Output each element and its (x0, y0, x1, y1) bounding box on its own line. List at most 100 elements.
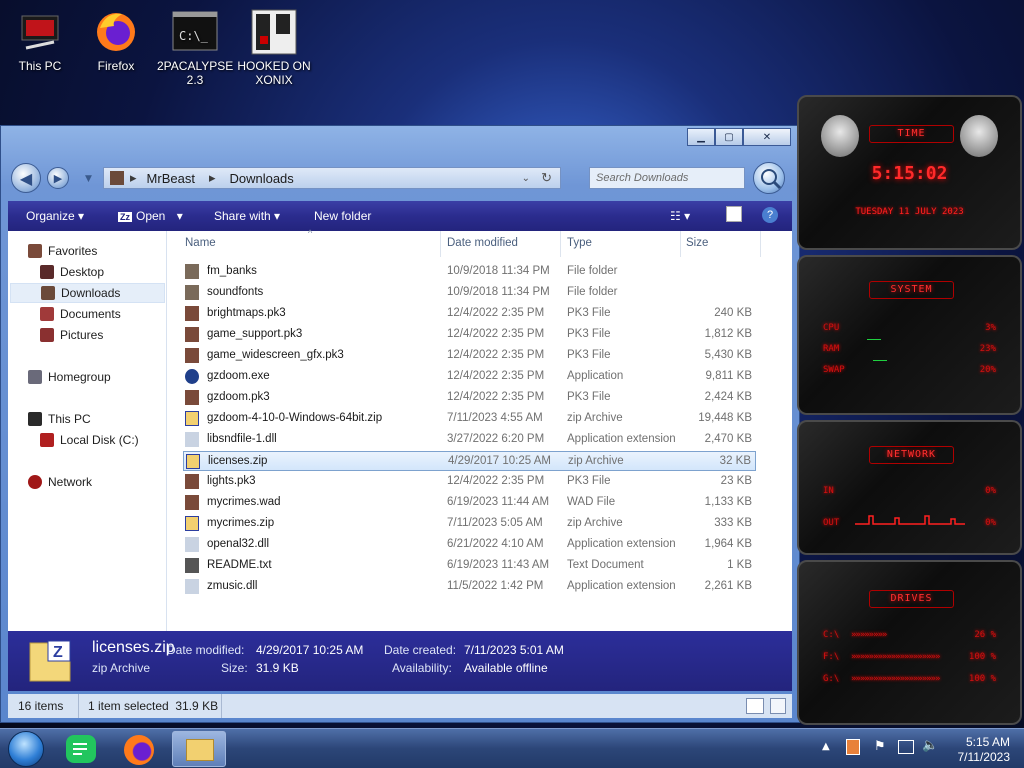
recent-pages-dropdown[interactable]: ▼ (85, 174, 92, 184)
folder-icon (185, 264, 199, 279)
file-row[interactable]: mycrimes.zip 7/11/2023 5:05 AM zip Archive… (183, 514, 756, 534)
nav-documents-label: Documents (60, 307, 121, 321)
desktop-icon-firefox[interactable]: Firefox (78, 2, 154, 73)
taskbar: ▲ ⚑ 🔈 5:15 AM 7/11/2023 (0, 728, 1024, 768)
breadcrumb-item-downloads[interactable]: Downloads (229, 171, 293, 186)
notes-app-icon[interactable] (66, 735, 96, 763)
breadcrumb-item-mrbeast[interactable]: MrBeast (147, 171, 195, 186)
file-type: PK3 File (567, 391, 611, 403)
address-bar[interactable]: ▸ MrBeast ▸ Downloads ⌄ ↻ (103, 167, 561, 189)
file-explorer-taskbar-button[interactable] (172, 731, 226, 767)
documents-folder-icon (40, 307, 54, 321)
file-row[interactable]: gzdoom-4-10-0-Windows-64bit.zip 7/11/2023… (183, 409, 756, 429)
network-tray-icon[interactable] (898, 740, 914, 754)
nav-homegroup[interactable]: Homegroup (28, 367, 111, 387)
column-header-name[interactable]: Name (185, 237, 216, 249)
column-divider[interactable] (680, 231, 681, 257)
organize-button[interactable]: Organize ▾ (26, 209, 84, 223)
nav-network[interactable]: Network (28, 472, 92, 492)
file-row[interactable]: zmusic.dll 11/5/2022 1:42 PM Application e… (183, 577, 756, 597)
file-date-modified: 12/4/2022 2:35 PM (447, 370, 545, 382)
file-row[interactable]: mycrimes.wad 6/19/2023 11:44 AM WAD File 1,… (183, 493, 756, 513)
drives-gadget: DRIVES C:\ »»»»»»»» 26 % F:\ »»»»»»»»»»»»»»… (797, 560, 1022, 725)
column-divider[interactable] (560, 231, 561, 257)
tray-clock[interactable]: 5:15 AM 7/11/2023 (958, 735, 1011, 765)
start-button[interactable] (8, 731, 44, 767)
column-divider[interactable] (760, 231, 761, 257)
close-button[interactable]: ✕ (743, 128, 791, 146)
file-row[interactable]: soundfonts 10/9/2018 11:34 PM File folder (183, 283, 756, 303)
address-dropdown-icon[interactable]: ⌄ (522, 173, 530, 184)
file-row[interactable]: brightmaps.pk3 12/4/2022 2:35 PM PK3 File 2… (183, 304, 756, 324)
large-icons-view-icon[interactable] (770, 698, 786, 714)
system-row-cpu: CPU 3% (823, 323, 996, 333)
file-type: File folder (567, 286, 618, 298)
desktop-icon-hooked-on-xonix[interactable]: HOOKED ON XONIX (236, 2, 312, 87)
file-type: WAD File (567, 496, 616, 508)
details-view-icon[interactable] (746, 698, 764, 714)
drive-f-value: 100 % (968, 652, 996, 662)
firefox-icon[interactable] (124, 735, 154, 765)
new-folder-button[interactable]: New folder (314, 209, 371, 223)
file-name: game_support.pk3 (207, 328, 303, 340)
file-row[interactable]: openal32.dll 6/21/2022 4:10 AM Application… (183, 535, 756, 555)
drive-icon (40, 433, 54, 447)
nav-desktop[interactable]: Desktop (40, 262, 104, 282)
file-row[interactable]: fm_banks 10/9/2018 11:34 PM File folder (183, 262, 756, 282)
view-options-icon[interactable]: ☷ ▾ (670, 209, 690, 223)
file-row[interactable]: libsndfile-1.dll 3/27/2022 6:20 PM Applica… (183, 430, 756, 450)
file-date-modified: 12/4/2022 2:35 PM (447, 307, 545, 319)
file-row[interactable]: gzdoom.pk3 12/4/2022 2:35 PM PK3 File 2,424… (183, 388, 756, 408)
file-date-modified: 6/19/2023 11:44 AM (447, 496, 550, 508)
column-header-type[interactable]: Type (567, 237, 592, 249)
nav-documents[interactable]: Documents (40, 304, 121, 324)
navigation-pane: Favorites Desktop Downloads Documents Pi… (8, 231, 167, 631)
open-button[interactable]: Zz Open ▾ (118, 209, 183, 223)
file-row[interactable]: game_widescreen_gfx.pk3 12/4/2022 2:35 PM… (183, 346, 756, 366)
nav-favorites[interactable]: Favorites (28, 241, 97, 261)
desktop-folder-icon (40, 265, 54, 279)
desktop-icon-label: 2PACALYPSE 2.3 (157, 59, 234, 87)
desktop-icon-this-pc[interactable]: This PC (2, 2, 78, 73)
breadcrumb-chevron-icon: ▸ (208, 170, 216, 185)
back-button[interactable]: ◀ (11, 163, 41, 193)
preview-pane-icon[interactable] (726, 206, 742, 222)
help-icon[interactable]: ? (762, 207, 778, 223)
file-row[interactable]: README.txt 6/19/2023 11:43 AM Text Documen… (183, 556, 756, 576)
alien-head-icon (960, 115, 998, 157)
column-header-date[interactable]: Date modified (447, 237, 518, 249)
action-center-flag-icon[interactable]: ⚑ (874, 739, 886, 754)
clock-date: TUESDAY 11 JULY 2023 (855, 207, 964, 217)
forward-button[interactable]: ▶ (47, 167, 69, 189)
pk3-file-icon (185, 390, 199, 405)
search-input[interactable]: Search Downloads (589, 167, 745, 189)
details-date-modified: 4/29/2017 10:25 AM (256, 643, 364, 657)
swap-label: SWAP (823, 365, 845, 375)
maximize-button[interactable]: ▢ (715, 128, 743, 146)
pictures-folder-icon (40, 328, 54, 342)
zip-file-large-icon: Z (26, 637, 74, 685)
nav-this-pc[interactable]: This PC (28, 409, 91, 429)
time-gadget: TIME 5:15:02 TUESDAY 11 JULY 2023 (797, 95, 1022, 250)
column-header-size[interactable]: Size (686, 237, 708, 249)
tray-app-icon[interactable] (846, 739, 860, 755)
share-with-button[interactable]: Share with ▾ (214, 209, 280, 223)
nav-downloads[interactable]: Downloads (10, 283, 165, 303)
file-row[interactable]: lights.pk3 12/4/2022 2:35 PM PK3 File 23 KB (183, 472, 756, 492)
folder-icon (185, 285, 199, 300)
nav-local-disk[interactable]: Local Disk (C:) (40, 430, 139, 450)
nav-pictures[interactable]: Pictures (40, 325, 103, 345)
details-size: 31.9 KB (256, 661, 299, 675)
minimize-button[interactable]: ▁ (687, 128, 715, 146)
file-row[interactable]: game_support.pk3 12/4/2022 2:35 PM PK3 Fil… (183, 325, 756, 345)
drive-c-bar: »»»»»»»» (851, 630, 887, 640)
show-hidden-icons-button[interactable]: ▲ (822, 741, 830, 752)
file-row[interactable]: licenses.zip 4/29/2017 10:25 AM zip Archiv… (183, 451, 756, 471)
desktop-icon-2pacalypse[interactable]: C:\_ 2PACALYPSE 2.3 (157, 2, 233, 87)
file-row[interactable]: gzdoom.exe 12/4/2022 2:35 PM Application 9,… (183, 367, 756, 387)
network-row-in: IN 0% (823, 486, 996, 496)
volume-icon[interactable]: 🔈 (922, 738, 938, 753)
refresh-icon[interactable]: ↻ (541, 170, 552, 186)
column-divider[interactable] (440, 231, 441, 257)
search-icon[interactable] (753, 162, 785, 194)
